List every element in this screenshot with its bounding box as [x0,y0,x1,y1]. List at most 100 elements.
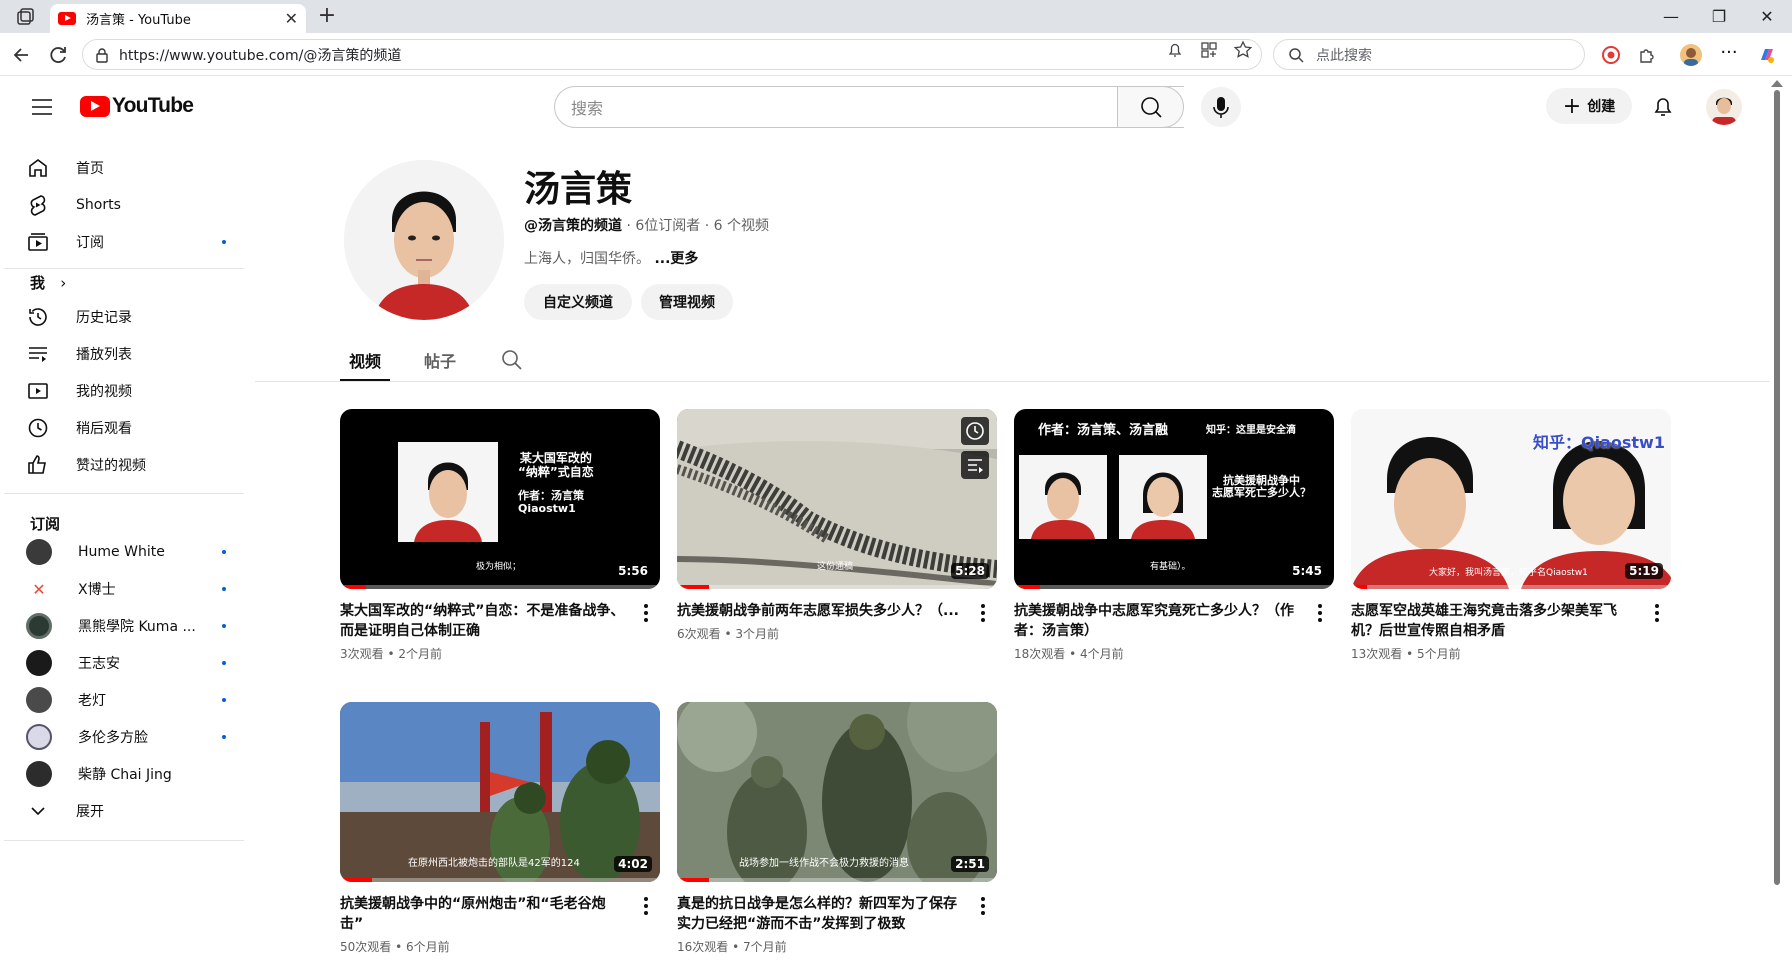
new-tab-button[interactable]: + [314,4,340,30]
customize-channel-button[interactable]: 自定义频道 [524,284,632,320]
new-content-dot [222,624,226,628]
subscription-item[interactable]: 王志安 [26,643,236,683]
channel-avatar [26,613,52,639]
chevron-right-icon: › [60,274,67,292]
hamburger-menu-icon[interactable] [30,98,54,116]
more-actions-icon[interactable] [636,601,656,625]
history-icon [26,305,50,329]
shorts-icon [26,193,50,217]
sidebar-item-liked-videos[interactable]: 赞过的视频 [26,445,236,485]
video-meta: 13次观看 • 5个月前 [1351,647,1461,661]
video-title[interactable]: 某大国军改的“纳粹式”自恋：不是准备战争、而是证明自己体制正确 [340,601,625,641]
tab-close-icon[interactable]: ✕ [285,9,298,28]
sidebar-item-your-videos[interactable]: 我的视频 [26,371,236,411]
video-card[interactable]: 某大国军改的 “纳粹”式自恋 作者：汤言策 Qiaostw1 极为相似； 5:5… [340,409,660,662]
url-field[interactable]: https://www.youtube.com/@汤言策的频道 [82,39,1262,70]
video-title[interactable]: 抗美援朝战争中志愿军究竟死亡多少人？（作者：汤言策） [1014,601,1299,641]
video-thumbnail[interactable]: 战场参加一线作战不会极力救援的消息 2:51 [677,702,997,882]
video-thumbnail[interactable]: 这份通稿 5:28 [677,409,997,589]
youtube-play-icon [80,95,110,117]
thumb-line: 作者：汤言策 [518,489,584,502]
portrait-image [398,442,498,542]
subscription-item[interactable]: 多伦多方脸 [26,717,236,757]
sidebar-item-home[interactable]: 首页 [26,148,236,188]
channel-description[interactable]: 上海人，归国华侨。 ...更多 [524,248,698,268]
channel-search-icon[interactable] [500,348,524,372]
tab-posts[interactable]: 帖子 [424,348,456,372]
back-icon[interactable] [8,41,36,69]
more-actions-icon[interactable] [636,894,656,918]
copilot-icon[interactable] [1756,44,1778,66]
extensions-puzzle-icon[interactable] [1636,44,1658,66]
tab-actions-icon[interactable] [14,6,36,28]
video-title[interactable]: 真是的抗日战争是怎么样的？新四军为了保存实力已经把“游而不击”发挥到了极致 [677,894,962,934]
more-link[interactable]: ...更多 [654,251,698,267]
app-available-icon[interactable] [1198,39,1220,61]
page-scrollbar[interactable] [1774,90,1780,885]
profile-avatar-icon[interactable] [1680,44,1702,66]
notifications-bell-icon[interactable] [1650,94,1676,120]
subscription-item[interactable]: 柴静 Chai Jing [26,754,236,794]
video-meta: 16次观看 • 7个月前 [677,940,787,954]
youtube-search-button[interactable] [1117,86,1184,128]
close-window-button[interactable]: ✕ [1752,3,1782,31]
video-thumbnail[interactable]: 某大国军改的 “纳粹”式自恋 作者：汤言策 Qiaostw1 极为相似； 5:5… [340,409,660,589]
new-content-dot [222,698,226,702]
youtube-logo[interactable]: YouTube [80,94,194,118]
sidebar-item-shorts[interactable]: Shorts [26,185,236,225]
thumbnail-caption: 有基础）。 [1150,562,1191,572]
expand-subscriptions-button[interactable]: 展开 [26,791,236,831]
video-title[interactable]: 抗美援朝战争前两年志愿军损失多少人？（... [677,601,962,621]
extension-red-icon[interactable] [1600,44,1622,66]
browser-search-field[interactable]: 点此搜索 [1273,39,1585,70]
video-card[interactable]: 在原州西北被炮击的部队是42军的124 4:02 抗美援朝战争中的“原州炮击”和… [340,702,660,955]
subscription-item[interactable]: ✕ X博士 [26,569,236,609]
video-card[interactable]: 这份通稿 5:28 抗美援朝战争前两年志愿军损失多少人？（... 6次观看 • … [677,409,997,642]
video-card[interactable]: 战场参加一线作战不会极力救援的消息 2:51 真是的抗日战争是怎么样的？新四军为… [677,702,997,955]
refresh-icon[interactable] [44,41,72,69]
more-menu-icon[interactable]: ··· [1718,44,1740,66]
channel-stats: · 6位订阅者 · 6 个视频 [622,218,769,234]
youtube-search-input[interactable]: 搜索 [554,86,1184,128]
video-thumbnail[interactable]: 在原州西北被炮击的部队是42军的124 4:02 [340,702,660,882]
video-title[interactable]: 志愿军空战英雄王海究竟击落多少架美军飞机？后世宣传照自相矛盾 [1351,601,1636,641]
create-button[interactable]: + 创建 [1546,88,1632,124]
video-thumbnail[interactable]: 知乎：Qiaostw1 大家好，我叫汤言策，知乎名Qiaostw1 5:19 [1351,409,1671,589]
minimize-button[interactable]: — [1656,3,1686,31]
subscription-label: 黑熊學院 Kuma ... [78,619,196,635]
account-avatar[interactable] [1706,89,1742,125]
video-title[interactable]: 抗美援朝战争中的“原州炮击”和“毛老谷炮击” [340,894,625,934]
you-section-heading[interactable]: 我 › [30,272,66,293]
scroll-up-arrow-icon[interactable] [1771,80,1783,87]
subscription-item[interactable]: 老灯 [26,680,236,720]
add-to-queue-icon[interactable] [961,451,989,479]
sidebar-item-playlists[interactable]: 播放列表 [26,334,236,374]
notification-site-icon[interactable] [1164,39,1186,61]
voice-search-mic-icon[interactable] [1201,87,1241,127]
video-thumbnail[interactable]: 作者：汤言策、汤言融 知乎：这里是安全滴 抗美援朝战争中 志愿军死亡多少人？ 有… [1014,409,1334,589]
manage-videos-button[interactable]: 管理视频 [641,284,733,320]
more-actions-icon[interactable] [1310,601,1330,625]
tab-videos[interactable]: 视频 [349,348,381,372]
sidebar-item-history[interactable]: 历史记录 [26,297,236,337]
search-icon [1288,47,1304,63]
watch-later-icon[interactable] [961,417,989,445]
new-content-dot [222,550,226,554]
video-card[interactable]: 作者：汤言策、汤言融 知乎：这里是安全滴 抗美援朝战争中 志愿军死亡多少人？ 有… [1014,409,1334,662]
more-actions-icon[interactable] [973,894,993,918]
sidebar-item-subscriptions[interactable]: 订阅 [26,222,236,262]
sidebar-item-watch-later[interactable]: 稍后观看 [26,408,236,448]
more-actions-icon[interactable] [973,601,993,625]
subscription-item[interactable]: 黑熊學院 Kuma ... [26,606,236,646]
restore-button[interactable]: ❐ [1704,3,1734,31]
favorite-star-icon[interactable] [1232,39,1254,61]
thumbnail-caption: 这份通稿 [817,562,854,572]
more-actions-icon[interactable] [1647,601,1667,625]
thumbnail-author-text: 作者：汤言策、汤言融 [1038,423,1169,438]
video-card[interactable]: 知乎：Qiaostw1 大家好，我叫汤言策，知乎名Qiaostw1 5:19 志… [1351,409,1671,662]
channel-avatar-large[interactable] [344,160,504,320]
subscriptions-icon [26,230,50,254]
browser-tab[interactable]: 汤言策 - YouTube ✕ [50,4,306,33]
subscription-item[interactable]: Hume White [26,532,236,572]
new-content-dot [222,240,226,244]
